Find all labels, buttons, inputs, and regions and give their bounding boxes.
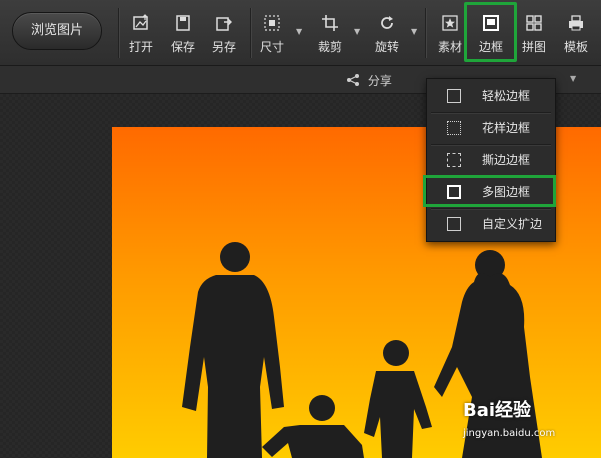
materials-button[interactable]: 素材 — [433, 12, 467, 58]
menu-item-pattern-frame[interactable]: 花样边框 — [427, 113, 555, 143]
frame-button-highlight — [464, 2, 517, 62]
save-as-button[interactable]: 另存 — [207, 12, 241, 58]
subbar-dropdown-icon[interactable]: ▼ — [570, 74, 576, 83]
menu-item-simple-frame[interactable]: 轻松边框 — [427, 81, 555, 111]
open-label: 打开 — [128, 40, 153, 54]
simple-frame-icon — [447, 89, 461, 103]
pattern-frame-icon — [447, 121, 461, 135]
menu-item-label: 花样边框 — [482, 121, 531, 135]
menu-item-label: 自定义扩边 — [482, 217, 543, 231]
resize-label: 尺寸 — [259, 40, 284, 54]
resize-dropdown-icon[interactable]: ▼ — [296, 27, 302, 36]
rotate-button[interactable]: 旋转 — [370, 12, 404, 58]
crop-icon — [313, 14, 347, 34]
star-icon — [433, 14, 467, 34]
toolbar-divider — [425, 8, 426, 58]
share-icon — [347, 74, 359, 86]
save-as-icon — [207, 14, 241, 34]
toolbar-divider — [250, 8, 251, 58]
rotate-label: 旋转 — [374, 40, 399, 54]
save-label: 保存 — [170, 40, 195, 54]
collage-button[interactable]: 拼图 — [517, 12, 551, 58]
resize-button[interactable]: 尺寸 — [255, 12, 289, 58]
template-label: 模板 — [563, 40, 588, 54]
print-icon — [559, 14, 593, 34]
save-as-label: 另存 — [211, 40, 236, 54]
rotate-dropdown-icon[interactable]: ▼ — [411, 27, 417, 36]
crop-label: 裁剪 — [317, 40, 342, 54]
share-label: 分享 — [367, 74, 392, 88]
materials-label: 素材 — [437, 40, 462, 54]
menu-item-label: 轻松边框 — [482, 89, 531, 103]
browse-images-button[interactable]: 浏览图片 — [12, 12, 102, 50]
collage-label: 拼图 — [521, 40, 546, 54]
menu-item-torn-frame[interactable]: 撕边边框 — [427, 145, 555, 175]
toolbar-divider — [118, 8, 119, 58]
baidu-jingyan-watermark: Bai经验 — [463, 400, 532, 421]
template-button[interactable]: 模板 — [559, 12, 593, 58]
crop-button[interactable]: 裁剪 — [313, 12, 347, 58]
crop-dropdown-icon[interactable]: ▼ — [354, 27, 360, 36]
frame-dropdown-menu: 轻松边框 花样边框 撕边边框 多图边框 自定义扩边 — [426, 78, 556, 242]
watermark-url: jingyan.baidu.com — [463, 428, 556, 439]
share-button[interactable]: 分享 — [346, 72, 392, 89]
menu-item-label: 撕边边框 — [482, 153, 531, 167]
open-button[interactable]: 打开 — [124, 12, 158, 58]
rotate-icon — [370, 14, 404, 34]
save-icon — [166, 14, 200, 34]
menu-item-custom-border[interactable]: 自定义扩边 — [427, 209, 555, 239]
custom-border-icon — [447, 217, 461, 231]
torn-frame-icon — [447, 153, 461, 167]
resize-icon — [255, 14, 289, 34]
save-button[interactable]: 保存 — [166, 12, 200, 58]
multi-frame-highlight — [423, 175, 556, 207]
grid-icon — [517, 14, 551, 34]
open-image-icon — [124, 14, 158, 34]
